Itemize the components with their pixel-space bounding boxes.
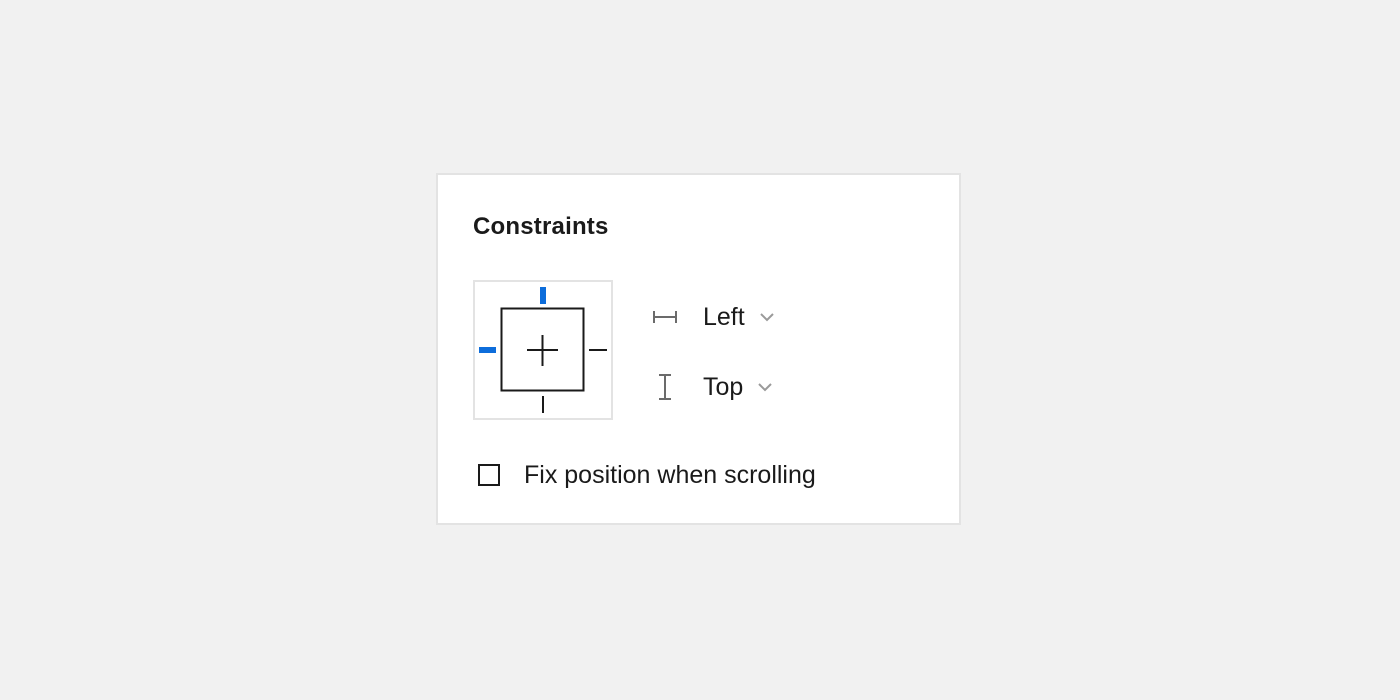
panel-title: Constraints xyxy=(473,213,609,240)
constraint-widget[interactable] xyxy=(473,280,613,420)
vertical-constraint-value: Top xyxy=(703,372,744,401)
fix-position-checkbox[interactable] xyxy=(478,464,500,486)
top-constraint-handle[interactable] xyxy=(540,287,546,304)
vertical-constraint-icon xyxy=(650,372,680,402)
constraints-panel: Constraints Left Top Fix position when s… xyxy=(436,173,961,525)
horizontal-constraint-dropdown[interactable]: Left xyxy=(650,297,777,337)
chevron-down-icon xyxy=(755,377,775,397)
fix-position-option: Fix position when scrolling xyxy=(478,459,816,491)
chevron-down-icon xyxy=(757,307,777,327)
left-constraint-handle[interactable] xyxy=(479,347,496,353)
vertical-constraint-dropdown[interactable]: Top xyxy=(650,367,775,407)
horizontal-constraint-value: Left xyxy=(703,302,745,331)
fix-position-label[interactable]: Fix position when scrolling xyxy=(524,461,816,490)
constraint-diagram xyxy=(479,287,607,413)
horizontal-constraint-icon xyxy=(650,302,680,332)
